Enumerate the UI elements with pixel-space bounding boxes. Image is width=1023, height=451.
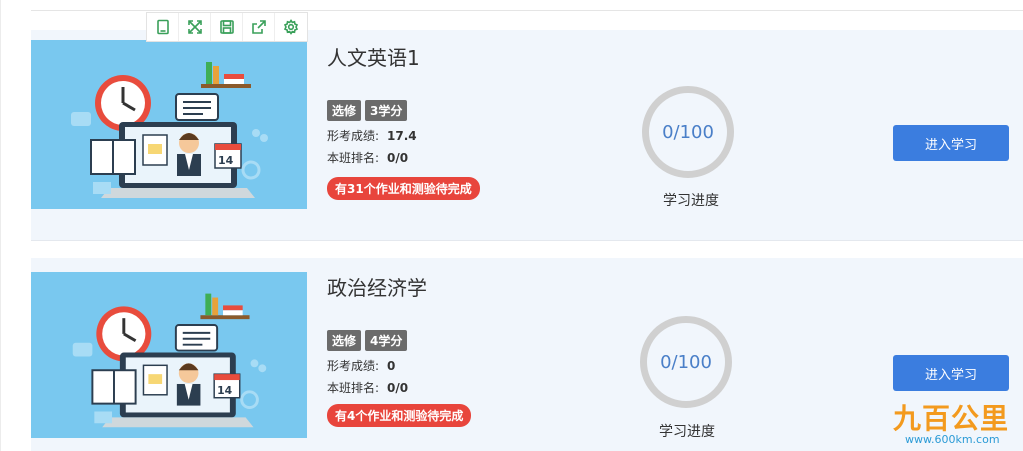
course-tags: 选修 4学分: [327, 330, 408, 351]
enter-study-button[interactable]: 进入学习: [893, 355, 1009, 391]
course-thumbnail[interactable]: 14: [31, 40, 307, 209]
course-illustration: 14: [31, 40, 307, 209]
pending-tasks-badge[interactable]: 有31个作业和测验待完成: [327, 177, 480, 200]
rank-value: 0/0: [387, 381, 409, 395]
progress-ring: 0/100: [640, 316, 732, 408]
expand-icon[interactable]: [179, 13, 211, 41]
save-icon[interactable]: [211, 13, 243, 41]
course-list-page: 14 人文英语1 选修 3学分 形考成绩: 17.4 本班排名: 0/0 有31个作…: [0, 0, 1023, 451]
enter-study-button[interactable]: 进入学习: [893, 125, 1009, 161]
type-badge: 选修: [327, 100, 362, 121]
watermark-url: www.600km.com: [905, 433, 1000, 446]
credit-badge: 4学分: [365, 330, 408, 351]
score-label: 形考成绩:: [327, 359, 380, 373]
course-thumbnail[interactable]: 14: [31, 272, 307, 438]
course-tags: 选修 3学分: [327, 100, 408, 121]
calendar-day: 14: [218, 154, 234, 167]
score-value: 17.4: [387, 129, 417, 143]
credit-badge: 3学分: [365, 100, 408, 121]
rank-label: 本班排名:: [327, 381, 380, 395]
progress-label: 学习进度: [659, 424, 715, 440]
pending-tasks-badge[interactable]: 有4个作业和测验待完成: [327, 404, 472, 427]
top-divider: [31, 10, 1023, 11]
type-badge: 选修: [327, 330, 362, 351]
tablet-icon[interactable]: [147, 13, 179, 41]
left-border: [0, 0, 1, 451]
calendar-day: 14: [217, 384, 233, 397]
course-meta: 形考成绩: 17.4 本班排名: 0/0: [327, 125, 417, 169]
score-label: 形考成绩:: [327, 129, 380, 143]
progress-text: 0/100: [662, 121, 714, 143]
progress-label: 学习进度: [663, 193, 719, 209]
settings-icon[interactable]: [275, 13, 307, 41]
share-icon[interactable]: [243, 13, 275, 41]
score-value: 0: [387, 359, 396, 373]
progress-ring: 0/100: [642, 86, 734, 178]
progress-text: 0/100: [660, 351, 712, 373]
course-illustration: 14: [33, 272, 305, 438]
floating-toolbar: [146, 12, 308, 42]
course-card: 14 政治经济学 选修 4学分 形考成绩: 0 本班排名: 0/0 有4个作业和测验…: [31, 258, 1023, 451]
course-title: 人文英语1: [327, 46, 420, 70]
rank-label: 本班排名:: [327, 151, 380, 165]
course-title: 政治经济学: [327, 276, 427, 300]
course-card: 14 人文英语1 选修 3学分 形考成绩: 17.4 本班排名: 0/0 有31个作…: [31, 30, 1023, 241]
site-watermark: 九百公里 www.600km.com: [893, 397, 1021, 449]
watermark-logo: 九百公里: [893, 402, 1010, 435]
course-meta: 形考成绩: 0 本班排名: 0/0: [327, 355, 408, 399]
rank-value: 0/0: [387, 151, 409, 165]
